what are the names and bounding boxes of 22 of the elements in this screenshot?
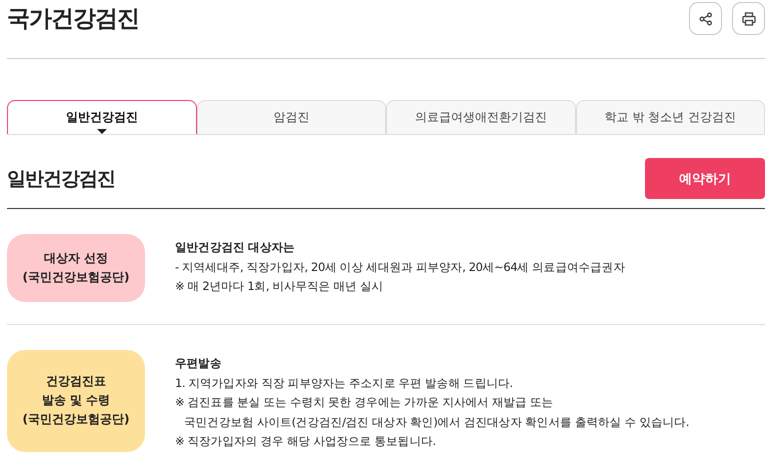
caret-icon [96,129,107,134]
tab[interactable]: 일반건강검진 [7,100,196,134]
tab[interactable]: 의료급여생애전환기검진 [386,100,576,134]
share-button[interactable] [689,2,722,35]
page-title: 국가건강검진 [7,5,139,34]
step-label: 건강검진표 발송 및 수령 (국민건강보험공단) [7,350,145,452]
share-icon [698,12,712,26]
tab[interactable]: 암검진 [196,100,386,134]
reserve-button[interactable]: 예약하기 [645,158,765,199]
step-text: ※ 매 2년마다 1회, 비사무직은 매년 실시 [175,278,384,295]
step-text: - 지역세대주, 직장가입자, 20세 이상 세대원과 피부양자, 20세~64세 의료급여수급권자 [175,258,625,276]
step-heading: 일반건강검진 대상자는 [175,239,296,256]
step-text: 국민건강보험 사이트(건강검진/검진 대상자 확인)에서 검진대상자 확인서를 출력하실 수 있습니다. [183,414,689,430]
print-button[interactable] [732,2,765,35]
tab[interactable]: 학교 밖 청소년 건강검진 [576,100,765,134]
step-heading: 우편발송 [175,355,222,372]
print-icon [742,12,756,26]
step-text: 1. 지역가입자와 직장 피부양자는 주소지로 우편 발송해 드립니다. [175,374,514,392]
step-text: ※ 검진표를 분실 또는 수령치 못한 경우에는 가까운 지사에서 재발급 또는 [175,394,554,411]
section-title: 일반건강검진 [7,166,115,192]
step-label: 대상자 선정 (국민건강보험공단) [7,234,145,302]
step-text: ※ 직장가입자의 경우 해당 사업장으로 통보됩니다. [175,433,437,450]
